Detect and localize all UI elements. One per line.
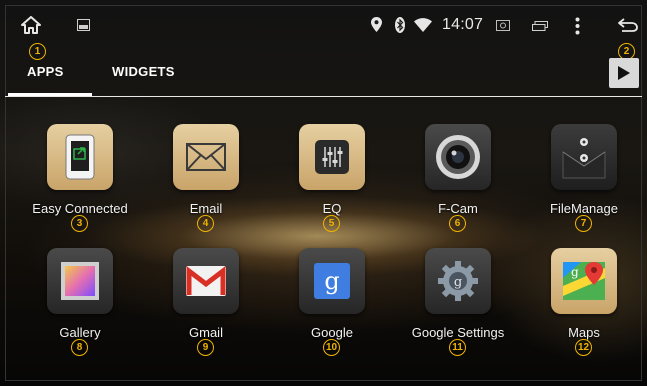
- tab-apps[interactable]: APPS: [27, 64, 64, 79]
- app-easy-connected[interactable]: Easy Connected 3: [17, 124, 143, 236]
- gmail-icon: [173, 248, 239, 314]
- app-label: Google Settings: [411, 325, 505, 340]
- callout-badge: 10: [323, 339, 340, 356]
- email-envelope-icon: [173, 124, 239, 190]
- callout-badge: 8: [71, 339, 88, 356]
- play-store-button[interactable]: [609, 58, 639, 88]
- play-icon: [618, 66, 630, 80]
- location-icon: [371, 17, 382, 32]
- google-search-icon: g: [299, 248, 365, 314]
- back-icon[interactable]: [618, 18, 638, 32]
- active-tab-indicator: [8, 93, 92, 96]
- app-maps[interactable]: g Maps 12: [521, 248, 647, 360]
- app-gmail[interactable]: Gmail 9: [143, 248, 269, 360]
- launcher-screen: 14:07 1 2 APPS WIDGETS Easy Connected 3 …: [0, 0, 647, 386]
- app-eq[interactable]: EQ 5: [269, 124, 395, 236]
- app-label: Email: [189, 201, 223, 216]
- wifi-icon: [414, 18, 432, 32]
- app-gallery[interactable]: Gallery 8: [17, 248, 143, 360]
- app-label: F-Cam: [438, 201, 478, 216]
- app-label: Gallery: [59, 325, 101, 340]
- callout-badge: 11: [449, 339, 466, 356]
- overflow-menu-icon[interactable]: [575, 17, 580, 35]
- app-label: Easy Connected: [32, 201, 128, 216]
- tab-widgets[interactable]: WIDGETS: [112, 64, 175, 79]
- callout-badge: 7: [575, 215, 592, 232]
- status-time: 14:07: [442, 16, 484, 33]
- app-google-settings[interactable]: g Google Settings 11: [395, 248, 521, 360]
- file-manager-icon: [551, 124, 617, 190]
- tab-bar: APPS WIDGETS: [5, 52, 642, 97]
- svg-text:g: g: [454, 275, 462, 290]
- app-label: FileManage: [550, 201, 618, 216]
- callout-badge: 5: [323, 215, 340, 232]
- callout-badge: 6: [449, 215, 466, 232]
- equalizer-icon: [299, 124, 365, 190]
- home-icon[interactable]: [21, 16, 41, 34]
- callout-badge: 4: [197, 215, 214, 232]
- bluetooth-icon: [395, 17, 405, 33]
- camera-lens-icon: [425, 124, 491, 190]
- app-label: Google: [311, 325, 353, 340]
- app-f-cam[interactable]: F-Cam 6: [395, 124, 521, 236]
- camera-icon: [496, 20, 510, 31]
- app-google[interactable]: g Google 10: [269, 248, 395, 360]
- maps-icon: g: [551, 248, 617, 314]
- svg-text:g: g: [324, 267, 339, 295]
- app-label: Gmail: [189, 325, 223, 340]
- recents-icon[interactable]: [532, 21, 548, 31]
- image-icon: [77, 19, 90, 31]
- app-email[interactable]: Email 4: [143, 124, 269, 236]
- easy-connected-icon: [47, 124, 113, 190]
- google-settings-icon: g: [425, 248, 491, 314]
- callout-badge: 12: [575, 339, 592, 356]
- status-bar: 14:07: [5, 6, 642, 44]
- svg-text:g: g: [571, 265, 579, 279]
- app-label: Maps: [568, 325, 600, 340]
- callout-badge: 9: [197, 339, 214, 356]
- callout-badge: 3: [71, 215, 88, 232]
- gallery-icon: [47, 248, 113, 314]
- app-filemanage[interactable]: FileManage 7: [521, 124, 647, 236]
- app-label: EQ: [322, 201, 342, 216]
